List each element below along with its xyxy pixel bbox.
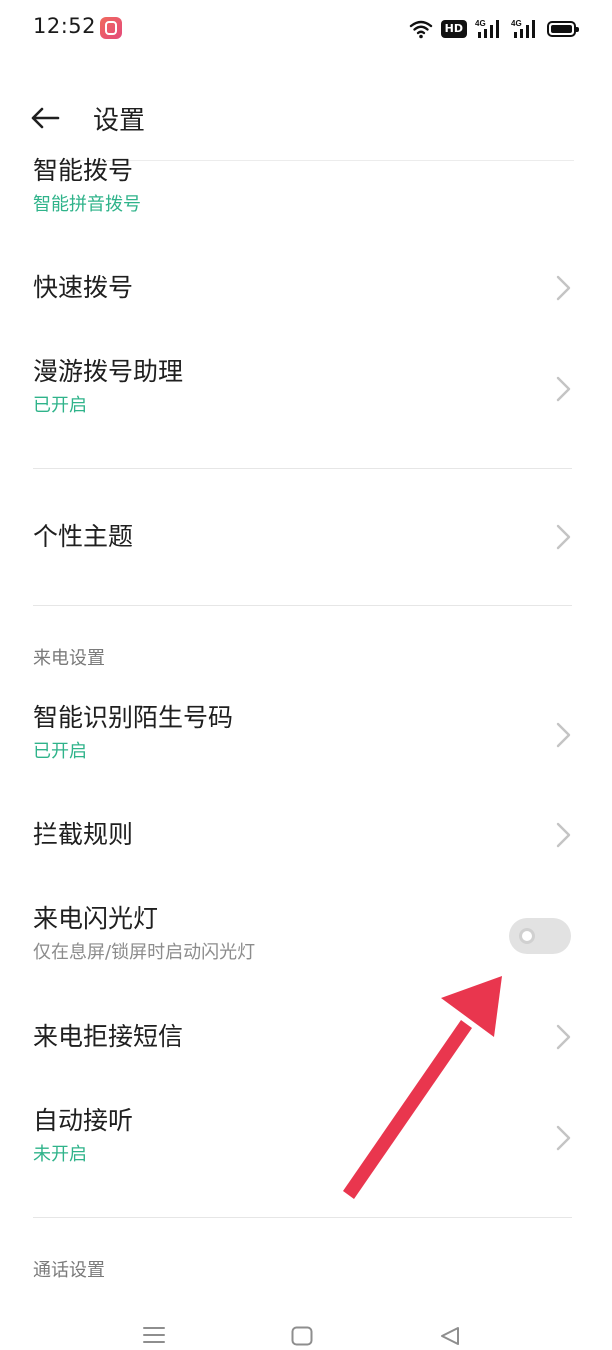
status-icons: HD 4G 4G [409,14,579,44]
back-triangle-icon[interactable] [440,1326,460,1346]
setting-label: 自动接听 [33,1106,134,1135]
setting-status: 已开启 [33,741,87,762]
flash-on-call-toggle[interactable] [509,918,571,954]
setting-status: 已开启 [33,395,87,416]
signal-label: 4G [475,19,486,28]
system-nav-bar [0,1312,612,1350]
setting-status: 智能拼音拨号 [33,194,141,215]
signal-icon-sim1: 4G [475,19,499,38]
chevron-right-icon [556,722,571,748]
setting-label: 漫游拨号助理 [33,357,184,386]
setting-block-rules[interactable]: 拦截规则 [33,820,574,850]
setting-roaming-assistant[interactable]: 漫游拨号助理 已开启 [33,357,574,417]
section-header-incoming: 来电设置 [33,648,105,669]
battery-icon [547,21,579,37]
divider [33,605,572,606]
setting-theme[interactable]: 个性主题 [33,522,574,552]
divider [33,1217,572,1218]
hd-voice-icon: HD [440,20,467,38]
signal-icon-sim2: 4G [511,19,535,38]
setting-label: 智能拨号 [33,156,134,185]
back-button[interactable] [30,98,64,138]
setting-reject-sms[interactable]: 来电拒接短信 [33,1022,574,1052]
status-time: 12:52 [33,14,97,38]
status-bar: 12:52 HD 4G 4G [0,0,612,58]
page-title: 设置 [93,106,146,136]
chevron-right-icon [556,524,571,550]
app-header: 设置 [0,88,612,148]
setting-label: 智能识别陌生号码 [33,703,234,732]
setting-label: 个性主题 [33,522,134,551]
setting-description: 仅在息屏/锁屏时启动闪光灯 [33,942,256,963]
setting-label: 快速拨号 [33,273,134,302]
setting-speed-dial[interactable]: 快速拨号 [33,273,574,303]
divider [33,468,572,469]
setting-label: 拦截规则 [33,820,134,849]
toggle-knob [519,928,535,944]
chevron-right-icon [556,1125,571,1151]
chevron-right-icon [556,275,571,301]
chevron-right-icon [556,822,571,848]
setting-auto-answer[interactable]: 自动接听 未开启 [33,1106,574,1166]
setting-identify-strangers[interactable]: 智能识别陌生号码 已开启 [33,703,574,763]
home-icon[interactable] [291,1326,313,1346]
setting-flash-on-call: 来电闪光灯 仅在息屏/锁屏时启动闪光灯 [33,904,574,964]
menu-icon[interactable] [143,1326,165,1344]
signal-label: 4G [511,19,522,28]
wifi-icon [409,20,432,39]
section-header-call: 通话设置 [33,1260,105,1281]
setting-smart-dial[interactable]: 智能拨号 智能拼音拨号 [33,156,574,216]
setting-label: 来电拒接短信 [33,1022,184,1051]
setting-status: 未开启 [33,1144,87,1165]
back-arrow-icon [31,107,60,129]
chevron-right-icon [556,1024,571,1050]
app-notification-icon [100,17,122,39]
chevron-right-icon [556,376,571,402]
setting-label: 来电闪光灯 [33,904,159,933]
